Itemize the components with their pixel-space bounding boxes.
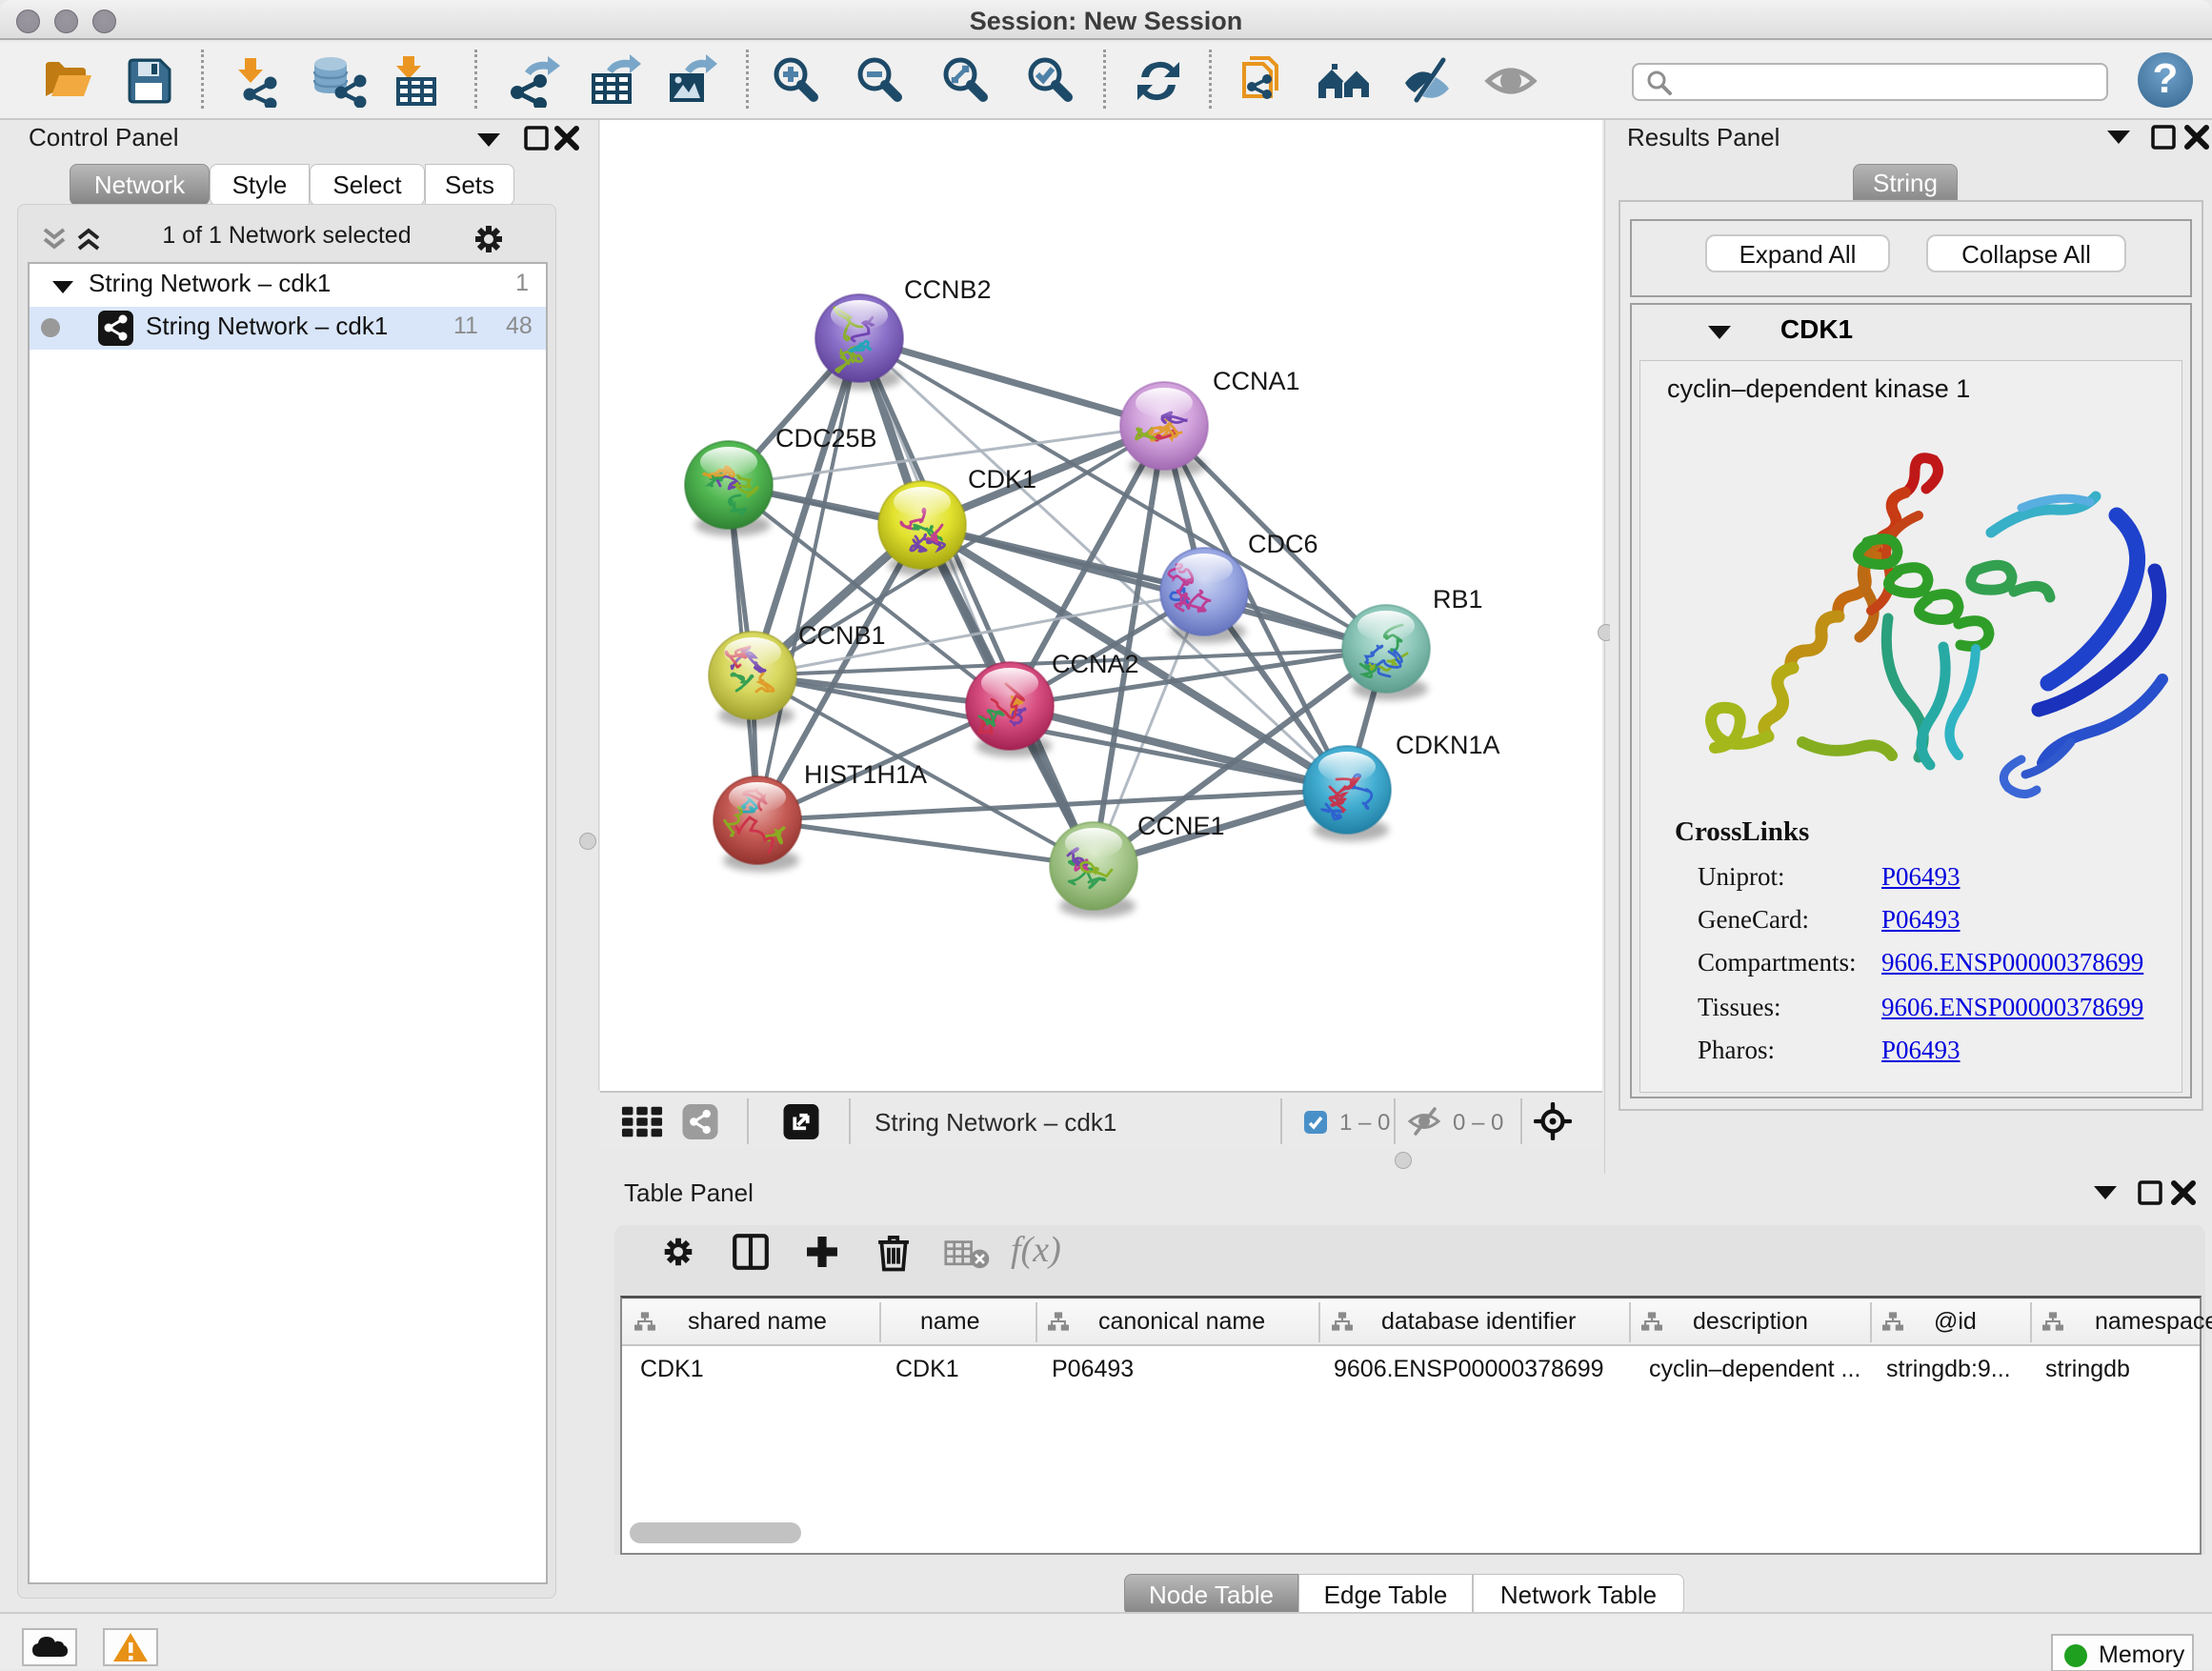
svg-text:CDK1: CDK1 <box>968 465 1036 493</box>
svg-text:CCNE1: CCNE1 <box>1137 812 1225 840</box>
svg-text:CCNA1: CCNA1 <box>1213 367 1300 395</box>
svg-text:CCNA2: CCNA2 <box>1052 650 1139 678</box>
svg-text:CCNB2: CCNB2 <box>904 275 992 304</box>
svg-text:CDC6: CDC6 <box>1248 530 1318 558</box>
svg-text:CDKN1A: CDKN1A <box>1396 731 1500 759</box>
svg-text:CDC25B: CDC25B <box>775 424 877 453</box>
svg-text:HIST1H1A: HIST1H1A <box>804 760 927 789</box>
svg-text:RB1: RB1 <box>1433 585 1483 614</box>
svg-text:CCNB1: CCNB1 <box>798 621 886 650</box>
